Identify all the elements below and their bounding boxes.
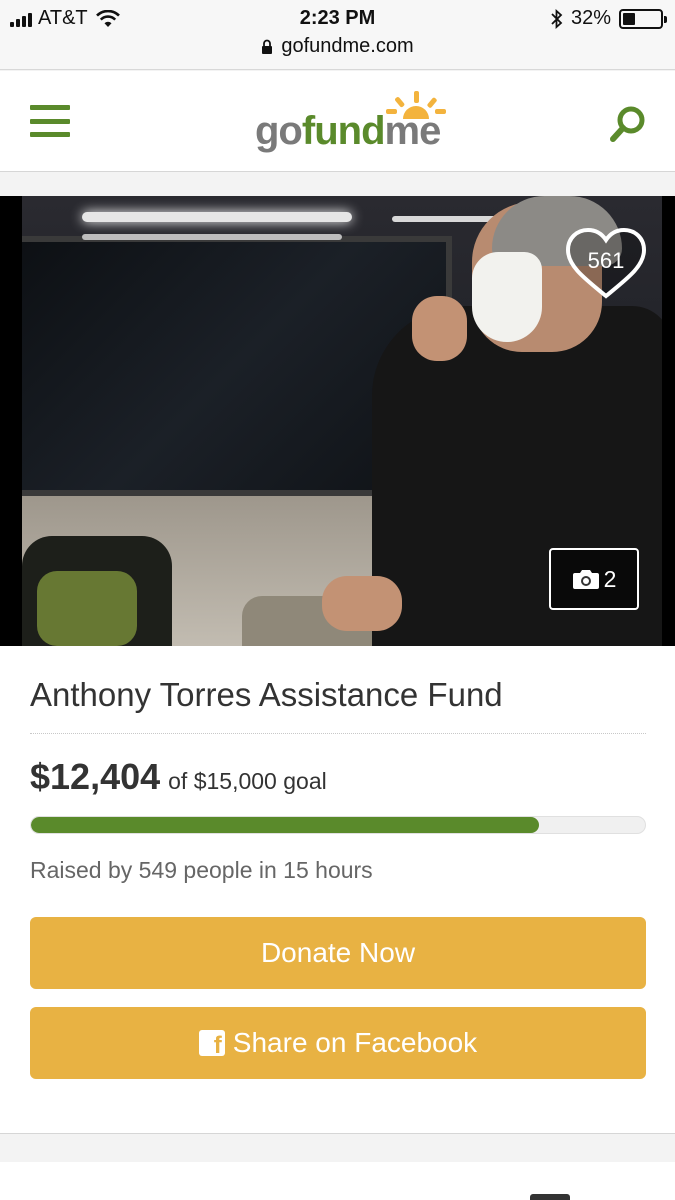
photo-count-badge[interactable]: 2 bbox=[549, 548, 639, 610]
campaign-card: Anthony Torres Assistance Fund $12,404 o… bbox=[0, 646, 675, 1134]
share-facebook-button[interactable]: f Share on Facebook bbox=[30, 1007, 646, 1079]
bluetooth-icon bbox=[551, 8, 563, 29]
address-bar[interactable]: gofundme.com bbox=[0, 35, 675, 58]
amount-raised: $12,404 bbox=[30, 756, 161, 797]
donate-label: Donate Now bbox=[260, 937, 416, 968]
ceiling-light bbox=[392, 216, 502, 222]
bag-strap bbox=[37, 571, 137, 646]
facebook-icon: f bbox=[198, 1030, 225, 1058]
logo-wordmark: gofundme bbox=[255, 109, 442, 154]
gofundme-logo[interactable]: gofundme bbox=[255, 89, 455, 159]
heart-count: 561 bbox=[587, 248, 625, 273]
raised-by-text: Raised by 549 people in 15 hours bbox=[30, 857, 373, 883]
logo-go: go bbox=[255, 109, 303, 153]
next-section bbox=[0, 1162, 675, 1200]
camera-icon bbox=[572, 570, 599, 589]
hamburger-menu-icon[interactable] bbox=[30, 105, 70, 137]
ceiling-light bbox=[82, 234, 342, 240]
heart-count-badge[interactable]: 561 bbox=[564, 226, 648, 300]
donate-button[interactable]: Donate Now bbox=[30, 917, 646, 989]
partial-icon bbox=[530, 1194, 570, 1200]
man-hand bbox=[412, 296, 467, 361]
progress-bar bbox=[30, 816, 646, 834]
goal-text: of $15,000 goal bbox=[168, 768, 327, 794]
logo-fund: fund bbox=[301, 109, 386, 153]
divider bbox=[30, 733, 646, 734]
lock-icon bbox=[262, 39, 273, 54]
progress-fill bbox=[31, 817, 539, 833]
shaving-foam bbox=[472, 252, 542, 342]
battery-percent: 32% bbox=[570, 7, 611, 29]
ceiling-light bbox=[82, 212, 352, 222]
url-text: gofundme.com bbox=[281, 35, 414, 57]
share-label: Share on Facebook bbox=[232, 1027, 478, 1058]
funding-summary: $12,404 of $15,000 goal bbox=[30, 756, 327, 798]
search-icon[interactable] bbox=[609, 105, 647, 143]
site-header: gofundme bbox=[0, 71, 675, 172]
status-right: 32% bbox=[551, 7, 667, 30]
campaign-title: Anthony Torres Assistance Fund bbox=[30, 676, 503, 713]
status-bar: AT&T 2:23 PM 32% gofundme.com bbox=[0, 0, 675, 70]
logo-me: me bbox=[384, 109, 442, 153]
battery-icon bbox=[619, 8, 667, 29]
man-hand bbox=[322, 576, 402, 631]
photo-count: 2 bbox=[603, 565, 617, 592]
